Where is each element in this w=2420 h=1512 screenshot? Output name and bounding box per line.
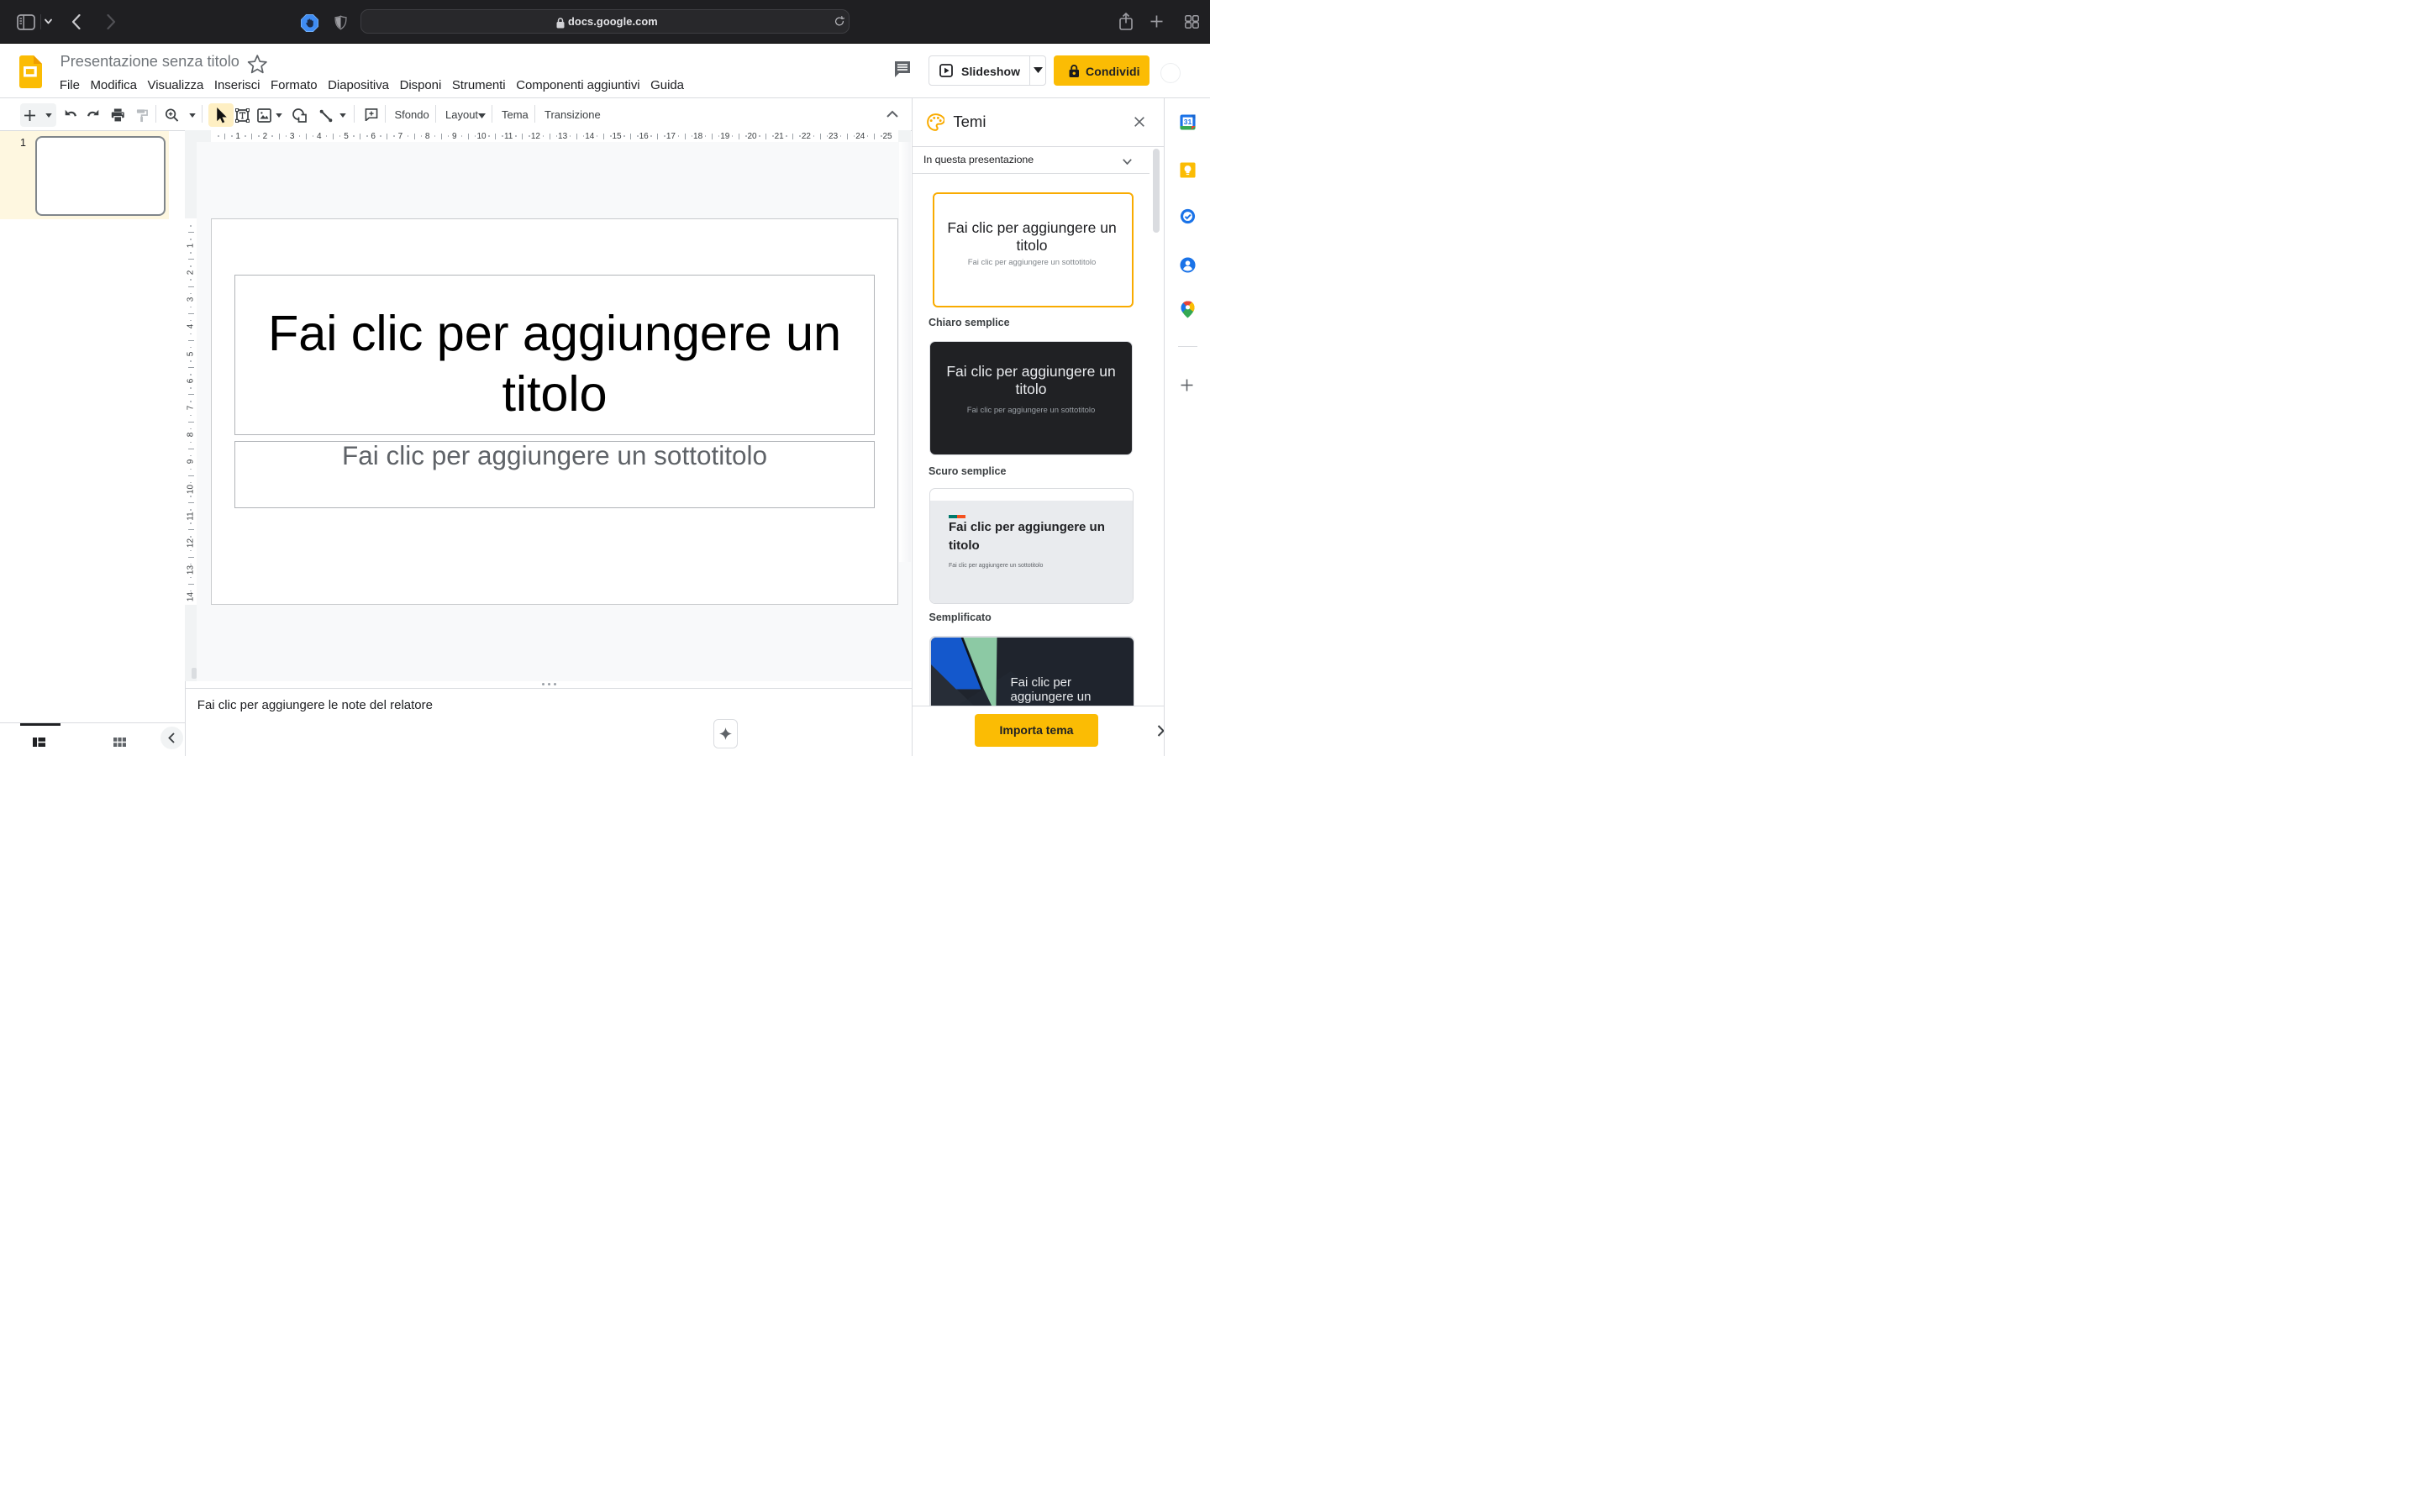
svg-text:31: 31 bbox=[1183, 118, 1192, 126]
